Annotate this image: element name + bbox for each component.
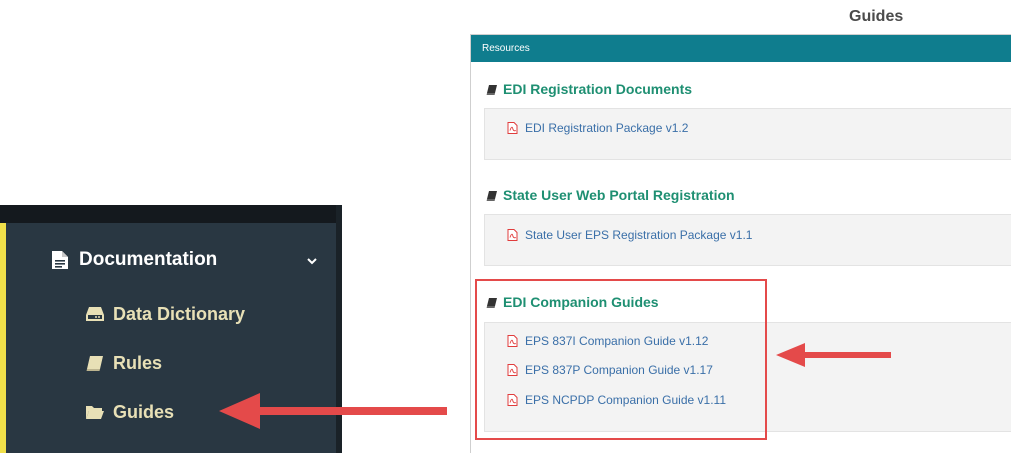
section-title-text: State User Web Portal Registration [503,187,735,203]
sidebar-top-strip [0,205,342,223]
document-link[interactable]: State User EPS Registration Package v1.1 [507,226,752,244]
file-text-icon [51,250,69,270]
chevron-down-icon[interactable] [306,254,318,266]
pdf-file-icon [507,229,518,241]
sidebar-item-label: Documentation [79,249,218,270]
sidebar-item-label: Guides [113,401,175,422]
book-icon [85,354,105,372]
document-link-text: EDI Registration Package v1.2 [525,121,689,135]
hdd-icon [85,305,105,323]
pdf-file-icon [507,122,518,134]
sidebar-item-guides[interactable]: Guides [85,399,174,425]
sidebar-item-label: Rules [113,352,163,373]
active-accent-bar [0,223,6,453]
document-link[interactable]: EDI Registration Package v1.2 [507,119,688,137]
page-title: Guides [849,8,904,25]
book-icon [486,83,498,95]
sidebar-item-rules[interactable]: Rules [85,350,162,376]
book-icon [486,189,498,201]
annotation-arrow-icon [219,393,447,429]
section-title: EDI Registration Documents [486,79,692,99]
sidebar-item-label: Data Dictionary [113,303,246,324]
sidebar-item-documentation[interactable]: Documentation [51,247,217,273]
sidebar-item-data-dictionary[interactable]: Data Dictionary [85,301,245,327]
highlight-box [475,279,767,440]
annotation-arrow-icon [776,343,891,367]
panel-header: Resources [471,35,1011,62]
folder-open-icon [85,403,105,421]
document-link-text: State User EPS Registration Package v1.1 [525,228,753,242]
section-title: State User Web Portal Registration [486,185,735,205]
section-title-text: EDI Registration Documents [503,81,693,97]
